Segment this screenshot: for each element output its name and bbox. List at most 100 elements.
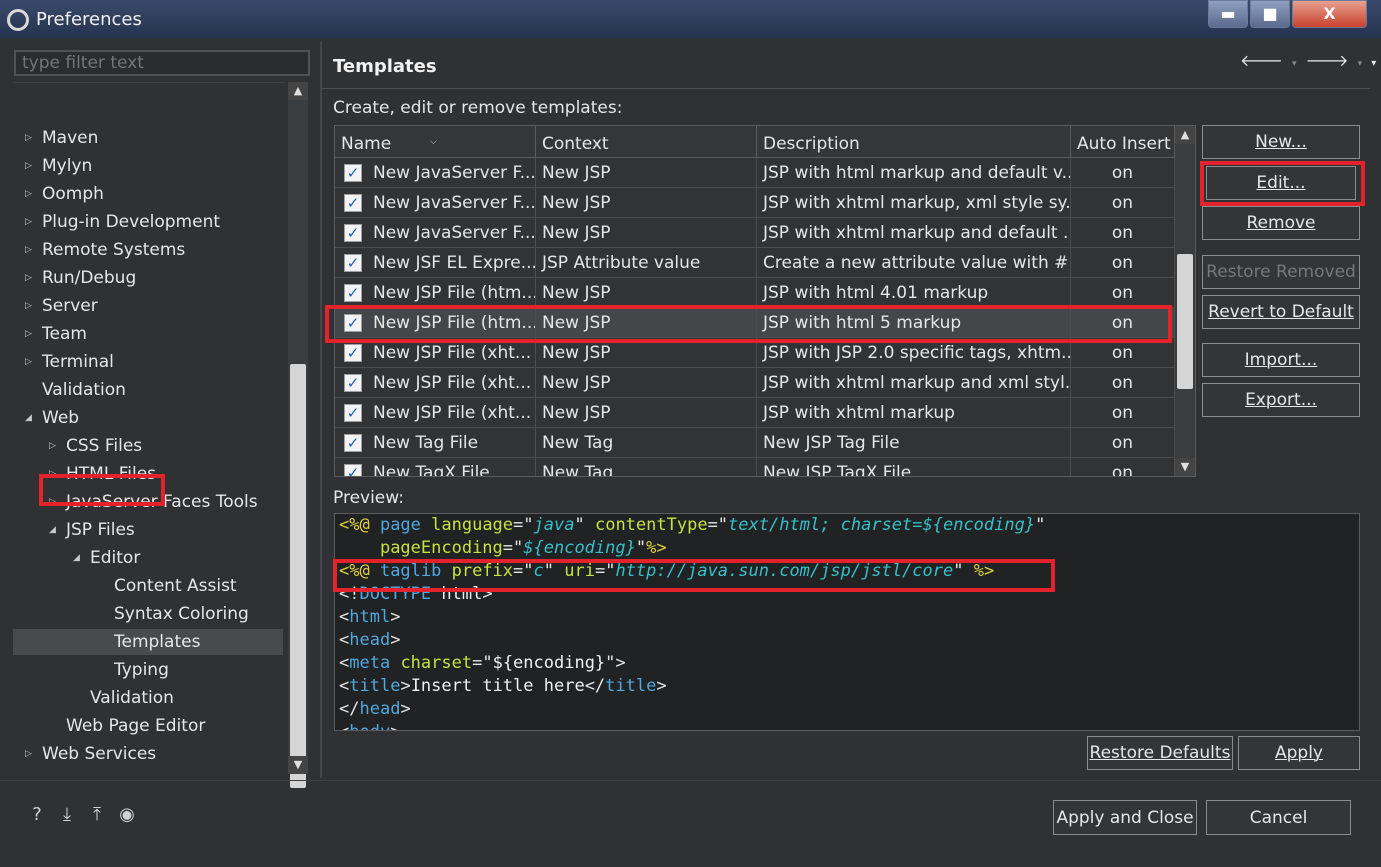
minimize-button[interactable]: ▬ [1208, 0, 1248, 28]
cell-name: ✓ New JavaServer F... [335, 158, 536, 188]
collapsed-twisty-icon[interactable]: ▷ [25, 741, 32, 767]
table-row[interactable]: ✓ New JavaServer F... New JSP JSP with html… [335, 158, 1175, 188]
filter-input[interactable] [14, 50, 310, 76]
cancel-button[interactable]: Cancel [1206, 800, 1351, 835]
tree-item[interactable]: Web Page Editor [13, 713, 283, 739]
collapsed-twisty-icon[interactable]: ▷ [25, 265, 32, 291]
new-button[interactable]: New... [1202, 125, 1360, 159]
enable-checkbox[interactable]: ✓ [344, 164, 362, 182]
column-header-name[interactable]: Name ⌵ [335, 126, 536, 158]
template-preview[interactable]: <%@ page language="java" contentType="te… [334, 513, 1360, 731]
enable-checkbox[interactable]: ✓ [344, 194, 362, 212]
tree-item[interactable]: ▷ Run/Debug [13, 265, 283, 291]
tree-item[interactable]: ◢ JSP Files [13, 517, 283, 543]
enable-checkbox[interactable]: ✓ [344, 344, 362, 362]
expanded-twisty-icon[interactable]: ◢ [49, 517, 56, 543]
table-row[interactable]: ✓ New JSP File (xht... New JSP JSP with xht… [335, 398, 1175, 428]
tree-item[interactable]: Syntax Coloring [13, 601, 283, 627]
expanded-twisty-icon[interactable]: ◢ [25, 405, 32, 431]
table-row[interactable]: ✓ New JavaServer F... New JSP JSP with xhtm… [335, 188, 1175, 218]
tree-item[interactable]: ▷ Oomph [13, 181, 283, 207]
table-row[interactable]: ✓ New JSP File (htm... New JSP JSP with htm… [335, 278, 1175, 308]
export-icon[interactable]: ⤒ [86, 804, 108, 826]
scroll-down-arrow-icon[interactable]: ▼ [288, 756, 308, 774]
table-row[interactable]: ✓ New Tag File New Tag New JSP Tag File on [335, 428, 1175, 458]
cell-description: Create a new attribute value with #{} [757, 248, 1071, 278]
table-row[interactable]: ✓ New TagX File New Tag New JSP TagX File on [335, 458, 1175, 476]
collapsed-twisty-icon[interactable]: ▷ [25, 321, 32, 347]
enable-checkbox[interactable]: ✓ [344, 464, 362, 476]
column-header-auto-insert[interactable]: Auto Insert [1071, 126, 1175, 158]
apply-button[interactable]: Apply [1238, 736, 1360, 770]
collapsed-twisty-icon[interactable]: ▷ [49, 433, 56, 459]
table-scroll-thumb[interactable] [1177, 254, 1193, 389]
table-scroll-up-icon[interactable]: ▲ [1175, 126, 1195, 144]
forward-menu-icon[interactable]: ▾ [1358, 59, 1365, 69]
tree-item[interactable]: ▷ Web Services [13, 741, 283, 767]
close-button[interactable]: X [1292, 0, 1367, 28]
code-token: > [390, 722, 400, 730]
apply-and-close-button[interactable]: Apply and Close [1053, 800, 1197, 835]
view-menu-icon[interactable]: ▾ [1371, 58, 1378, 69]
collapsed-twisty-icon[interactable]: ▷ [25, 349, 32, 375]
tree-item[interactable]: Templates [13, 629, 283, 655]
collapsed-twisty-icon[interactable]: ▷ [25, 769, 32, 774]
forward-arrow-icon[interactable]: 🡒 [1306, 51, 1351, 70]
enable-checkbox[interactable]: ✓ [344, 224, 362, 242]
remove-button[interactable]: Remove [1202, 206, 1360, 240]
expanded-twisty-icon[interactable]: ◢ [73, 545, 80, 571]
tree-item[interactable]: ◢ Editor [13, 545, 283, 571]
help-icon[interactable]: ? [26, 804, 48, 826]
cell-context: JSP Attribute value [536, 248, 757, 278]
tree-scrollbar[interactable]: ▲ ▼ [288, 82, 308, 788]
tree-item[interactable]: ▷ Mylyn [13, 153, 283, 179]
collapsed-twisty-icon[interactable]: ▷ [25, 181, 32, 207]
tree-item[interactable]: ▷ Team [13, 321, 283, 347]
oomph-icon[interactable]: ◉ [116, 804, 138, 826]
maximize-button[interactable]: ■ [1250, 0, 1290, 28]
scroll-thumb[interactable] [290, 364, 306, 788]
panel-divider[interactable] [320, 42, 322, 778]
collapsed-twisty-icon[interactable]: ▷ [25, 237, 32, 263]
tree-item[interactable]: Validation [13, 377, 283, 403]
revert-to-default-button[interactable]: Revert to Default [1202, 295, 1360, 329]
tree-item[interactable]: ▷ Server [13, 293, 283, 319]
import-button[interactable]: Import... [1202, 343, 1360, 377]
sort-indicator-icon: ⌵ [430, 137, 437, 147]
collapsed-twisty-icon[interactable]: ▷ [25, 153, 32, 179]
scroll-up-arrow-icon[interactable]: ▲ [288, 82, 308, 100]
enable-checkbox[interactable]: ✓ [344, 434, 362, 452]
cell-description: JSP with xhtml markup [757, 398, 1071, 428]
enable-checkbox[interactable]: ✓ [344, 374, 362, 392]
tree-item[interactable]: ▷ Maven [13, 125, 283, 151]
tree-item[interactable]: ◢ Web [13, 405, 283, 431]
restore-defaults-button[interactable]: Restore Defaults [1087, 736, 1233, 770]
enable-checkbox[interactable]: ✓ [344, 284, 362, 302]
tree-item[interactable]: Typing [13, 657, 283, 683]
tree-item[interactable]: Content Assist [13, 573, 283, 599]
export-button[interactable]: Export... [1202, 383, 1360, 417]
table-row[interactable]: ✓ New JSF EL Expre... JSP Attribute value C… [335, 248, 1175, 278]
code-token: " [574, 515, 595, 535]
import-icon[interactable]: ⤓ [56, 804, 78, 826]
table-scrollbar[interactable]: ▲ ▼ [1175, 126, 1195, 476]
tree-item[interactable]: ▷ CSS Files [13, 433, 283, 459]
tree-item[interactable]: Validation [13, 685, 283, 711]
collapsed-twisty-icon[interactable]: ▷ [25, 209, 32, 235]
enable-checkbox[interactable]: ✓ [344, 254, 362, 272]
column-header-context[interactable]: Context [536, 126, 757, 158]
table-scroll-down-icon[interactable]: ▼ [1175, 458, 1195, 476]
tree-item[interactable]: ▷ Terminal [13, 349, 283, 375]
collapsed-twisty-icon[interactable]: ▷ [25, 293, 32, 319]
restore-removed-button[interactable]: Restore Removed [1202, 255, 1360, 289]
back-menu-icon[interactable]: ▾ [1292, 59, 1299, 69]
table-row[interactable]: ✓ New JSP File (xht... New JSP JSP with xht… [335, 368, 1175, 398]
tree-item[interactable]: ▷ Remote Systems [13, 237, 283, 263]
collapsed-twisty-icon[interactable]: ▷ [25, 125, 32, 151]
enable-checkbox[interactable]: ✓ [344, 404, 362, 422]
tree-item[interactable]: ▷ Plug-in Development [13, 209, 283, 235]
back-arrow-icon[interactable]: 🡐 [1240, 51, 1285, 70]
tree-item[interactable]: ▷ XML [13, 769, 283, 774]
table-row[interactable]: ✓ New JavaServer F... New JSP JSP with xhtm… [335, 218, 1175, 248]
column-header-description[interactable]: Description [757, 126, 1071, 158]
